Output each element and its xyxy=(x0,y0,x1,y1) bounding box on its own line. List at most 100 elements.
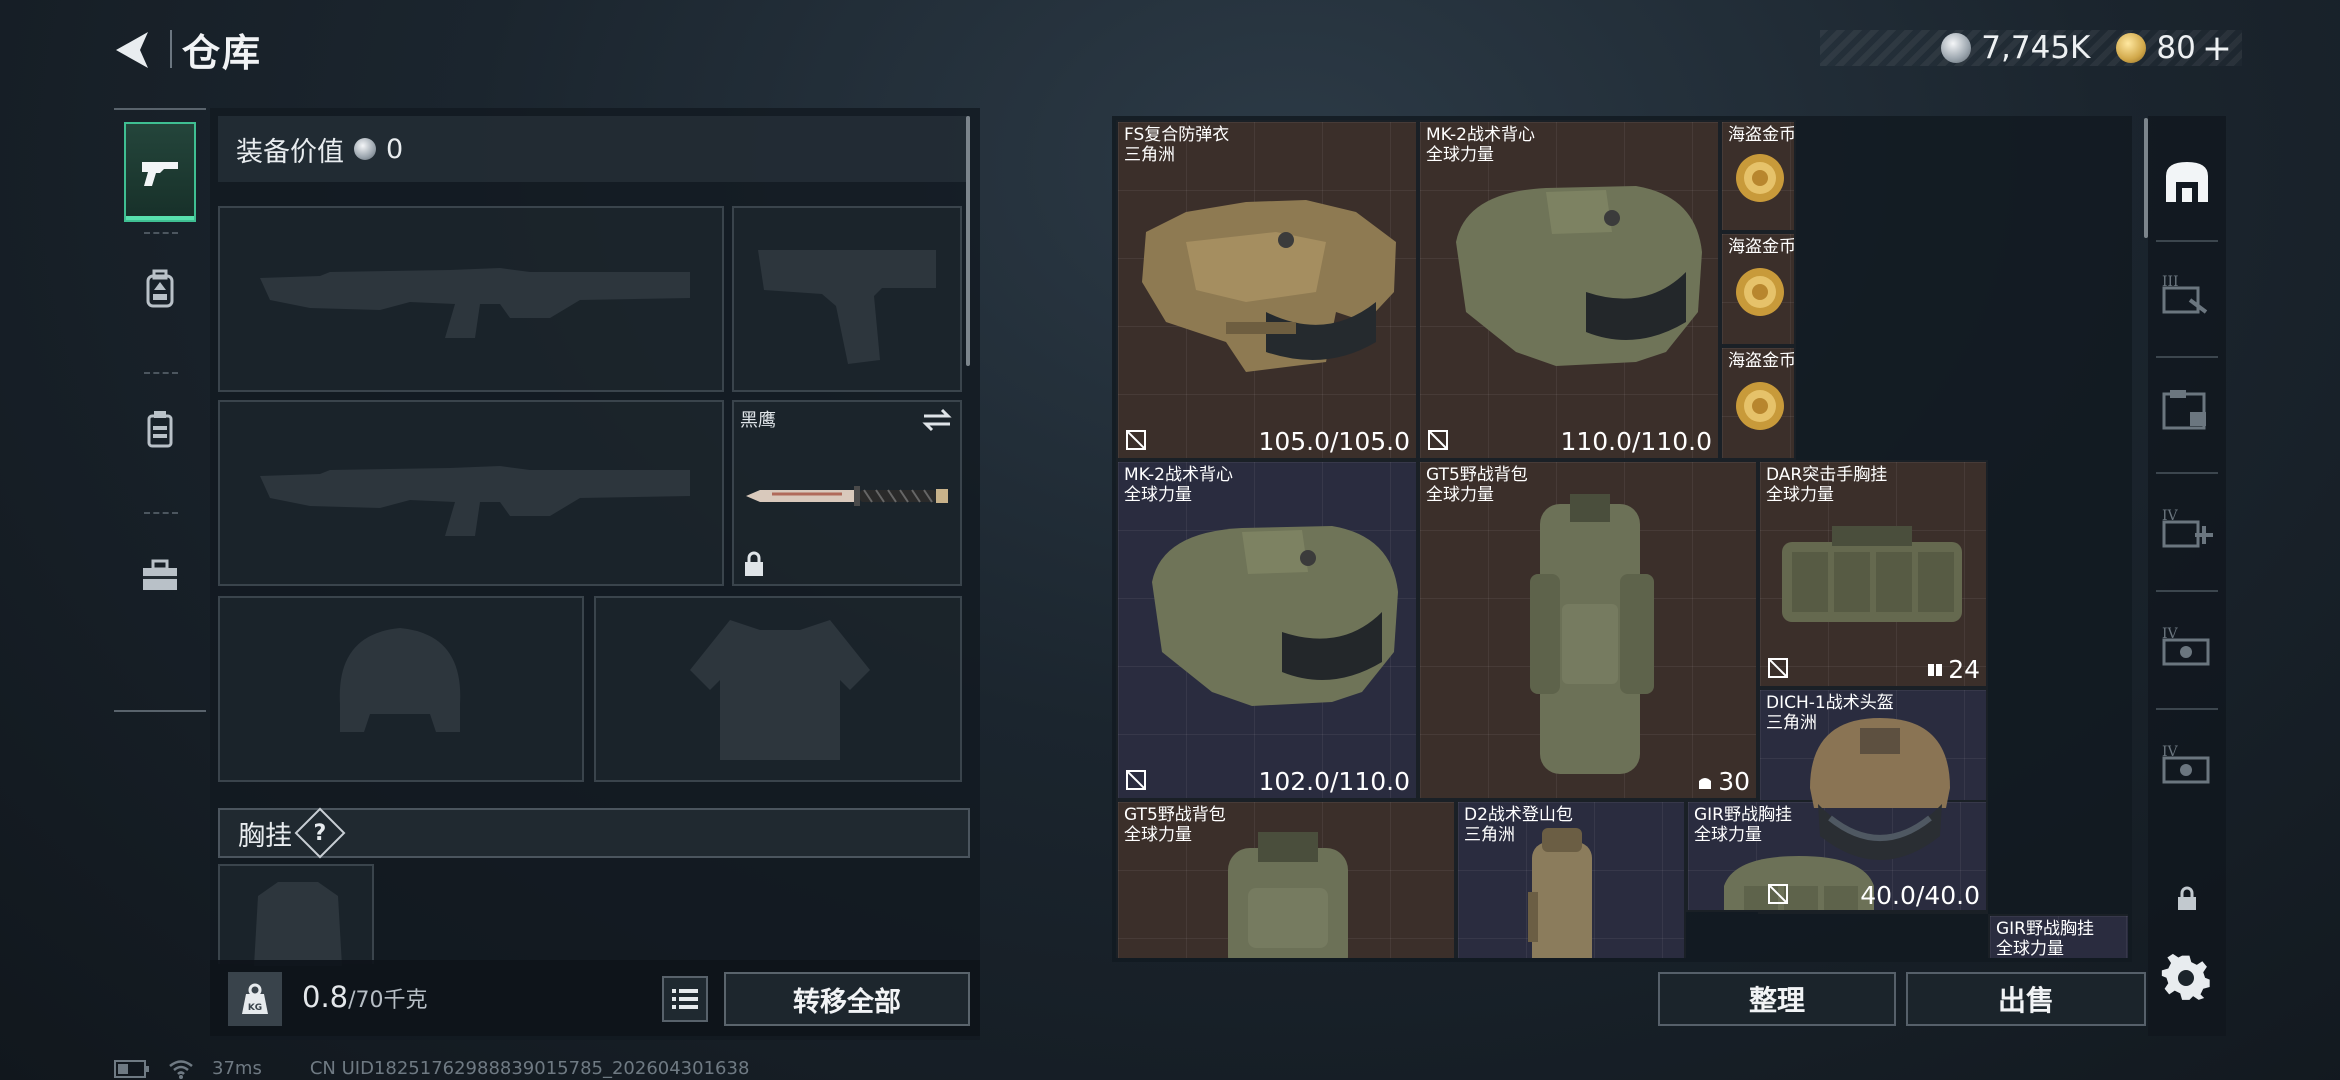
chest-rig-silhouette-icon xyxy=(254,882,342,966)
add-currency-button[interactable]: + xyxy=(2202,28,2232,69)
gold-coin-icon xyxy=(2116,33,2147,63)
gold-coin-icon xyxy=(1736,154,1784,202)
storage-item[interactable]: FS复合防弹衣 三角洲 105.0/105.0 xyxy=(1116,120,1418,460)
item-origin: 三角洲 xyxy=(1464,824,1515,845)
swap-icon[interactable] xyxy=(922,408,952,432)
kettlebell-icon: KG xyxy=(242,983,268,1014)
tab-divider xyxy=(2156,356,2218,358)
help-button[interactable]: ? xyxy=(294,807,346,859)
weight-bar: KG 0.8/70千克 转移全部 xyxy=(210,960,980,1036)
uid-readout: CN UID18251762988839015785_202604301638 xyxy=(309,1058,750,1079)
tab-storage-4[interactable] xyxy=(2156,374,2218,444)
item-name: 海盗金币 xyxy=(1728,237,1796,257)
ping-readout: 37ms xyxy=(212,1058,262,1079)
tab-chest-rig[interactable] xyxy=(124,380,196,480)
weapon-expansion-icon: IV xyxy=(2162,626,2210,666)
left-scrollbar[interactable] xyxy=(966,116,970,366)
item-origin: 全球力量 xyxy=(1124,824,1192,845)
warehouse-icon xyxy=(2166,162,2208,202)
weight-icon: KG xyxy=(228,972,282,1026)
list-view-button[interactable] xyxy=(662,976,708,1022)
armor-slot[interactable] xyxy=(594,596,962,782)
tab-divider xyxy=(2156,708,2218,710)
item-origin: 全球力量 xyxy=(1694,824,1762,845)
item-name: DICH-1战术头盔 xyxy=(1766,693,1894,713)
chest-rig-image xyxy=(1782,526,1962,622)
list-icon xyxy=(672,989,698,1009)
secondary-weapon-slot[interactable] xyxy=(732,206,962,392)
back-button[interactable] xyxy=(110,28,158,72)
field-backpack-image xyxy=(1530,494,1654,774)
tab-storage-main[interactable] xyxy=(2156,146,2218,216)
tab-weapons[interactable] xyxy=(124,122,196,222)
organize-button[interactable]: 整理 xyxy=(1658,972,1896,1026)
equipment-value: 0 xyxy=(386,133,404,165)
item-origin: 三角洲 xyxy=(1766,712,1817,733)
page-title: 仓库 xyxy=(182,31,263,75)
armor-silhouette-icon xyxy=(690,620,870,760)
slots-icon xyxy=(1928,663,1943,676)
locked-tab[interactable] xyxy=(2156,864,2218,934)
tab-backpack[interactable] xyxy=(124,240,196,340)
storage-grid: FS复合防弹衣 三角洲 105.0/105.0 MK-2战术背心 全球力量 110.… xyxy=(1112,116,2132,962)
item-durability: 110.0/110.0 xyxy=(1560,427,1712,456)
storage-item[interactable]: 海盗金币 xyxy=(1720,346,1796,460)
storage-item[interactable]: GIR野战胸挂 全球力量 xyxy=(1988,914,2128,958)
backpack-icon xyxy=(146,269,174,308)
storage-item[interactable]: GT5野战背包 全球力量 30 xyxy=(1418,460,1758,800)
item-durability: 102.0/110.0 xyxy=(1258,767,1410,796)
item-name: 海盗金币 xyxy=(1728,125,1796,145)
storage-item[interactable]: D2战术登山包 三角洲 xyxy=(1456,800,1686,958)
briefcase-icon xyxy=(143,559,177,590)
item-origin: 全球力量 xyxy=(1766,484,1834,505)
tab-storage-7[interactable]: IV xyxy=(2156,728,2218,798)
item-name: MK-2战术背心 xyxy=(1426,125,1535,145)
storage-item[interactable]: 海盗金币 xyxy=(1720,232,1796,346)
equipment-panel: 装备价值 0 黑鹰 胸挂 ? xyxy=(210,108,980,1040)
chest-rig-icon xyxy=(147,411,173,448)
storage-item[interactable]: MK-2战术背心 全球力量 110.0/110.0 xyxy=(1418,120,1720,460)
item-origin: 全球力量 xyxy=(1124,484,1192,505)
silver-coin-icon xyxy=(354,138,376,160)
tab-divider xyxy=(144,512,178,514)
tab-divider xyxy=(144,372,178,374)
chest-rig-slot[interactable] xyxy=(218,864,374,966)
storage-item[interactable]: MK-2战术背心 全球力量 102.0/110.0 xyxy=(1116,460,1418,800)
item-name: GIR野战胸挂 xyxy=(1996,919,2094,939)
non-tradable-icon xyxy=(1126,430,1146,450)
item-origin: 全球力量 xyxy=(1996,938,2064,958)
currency-bar: 7,745K 80 + xyxy=(1820,28,2242,69)
item-durability: 105.0/105.0 xyxy=(1258,427,1410,456)
storage-item[interactable]: GT5野战背包 全球力量 xyxy=(1116,800,1456,958)
title-divider xyxy=(170,30,172,68)
tactical-vest-image xyxy=(1152,526,1398,706)
coin-balance: 7,745K xyxy=(1981,30,2091,66)
transfer-all-button[interactable]: 转移全部 xyxy=(724,972,970,1026)
item-count: 30 xyxy=(1696,767,1750,796)
item-origin: 全球力量 xyxy=(1426,144,1494,165)
chest-rig-label: 胸挂 xyxy=(238,820,292,852)
item-name: DAR突击手胸挂 xyxy=(1766,465,1888,485)
sell-button[interactable]: 出售 xyxy=(1906,972,2146,1026)
wifi-icon xyxy=(169,1059,193,1079)
helmet-slot[interactable] xyxy=(218,596,584,782)
tab-storage-3[interactable]: III xyxy=(2156,258,2218,328)
tab-storage-5[interactable]: IV xyxy=(2156,492,2218,562)
weapon-expansion-icon: IV xyxy=(2162,744,2210,784)
melee-slot[interactable]: 黑鹰 xyxy=(732,400,962,586)
equipment-value-label: 装备价值 xyxy=(236,136,344,168)
primary-weapon-slot[interactable] xyxy=(218,206,724,392)
item-count: 24 xyxy=(1926,655,1980,684)
silver-coin-icon xyxy=(1941,33,1972,63)
storage-item[interactable]: 海盗金币 xyxy=(1720,120,1796,232)
storage-item[interactable]: DAR突击手胸挂 全球力量 24 xyxy=(1758,460,1988,688)
secondary-rifle-slot[interactable] xyxy=(218,400,724,586)
pistol-silhouette-icon xyxy=(758,250,936,364)
tab-storage-6[interactable]: IV xyxy=(2156,610,2218,680)
back-arrow-icon xyxy=(116,32,148,68)
storage-expansion-icon xyxy=(2162,390,2206,430)
settings-button[interactable] xyxy=(2160,952,2212,1004)
tab-case[interactable] xyxy=(124,526,196,626)
non-tradable-icon xyxy=(1428,430,1448,450)
tab-divider xyxy=(2156,472,2218,474)
